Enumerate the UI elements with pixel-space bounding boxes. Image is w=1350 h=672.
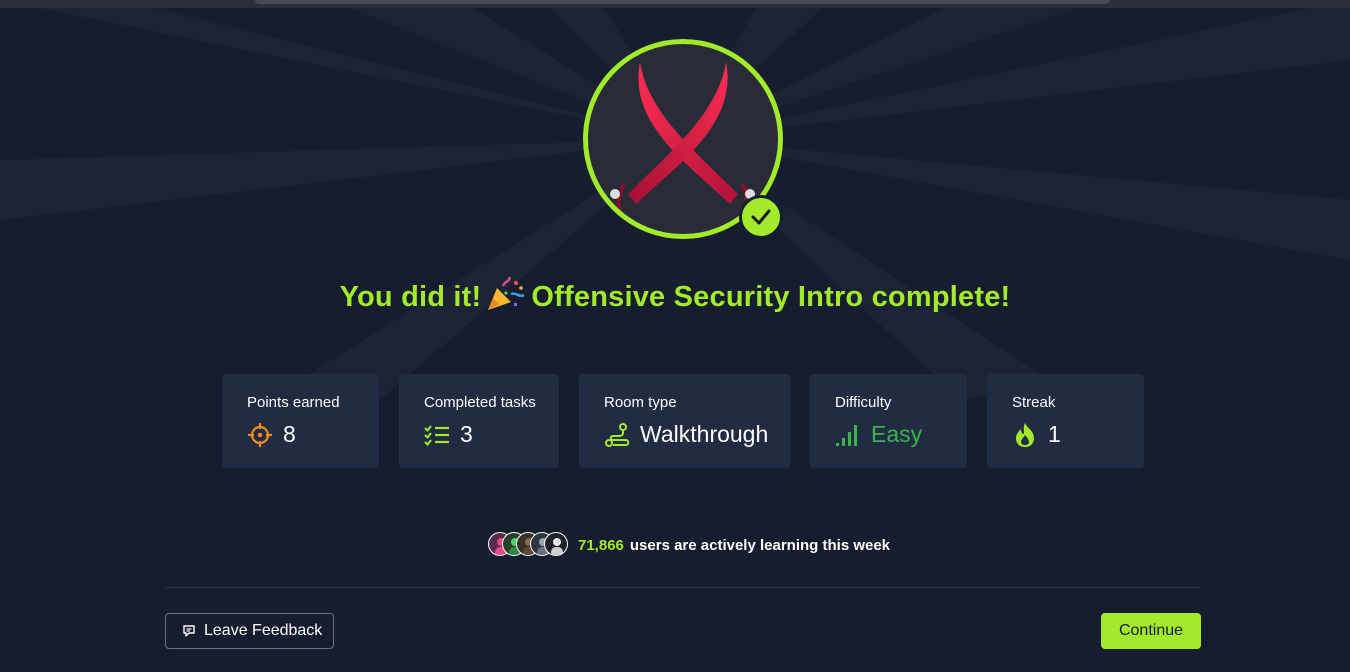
stat-value: Walkthrough xyxy=(640,421,769,447)
stat-label: Points earned xyxy=(247,394,340,411)
stat-points-earned: Points earned 8 xyxy=(222,374,379,468)
leave-feedback-label: Leave Feedback xyxy=(204,622,323,639)
completion-headline: You did it! Offensive Security Intro com… xyxy=(0,276,1350,314)
stat-value: Easy xyxy=(871,421,923,447)
learner-count: 71,866 xyxy=(578,536,624,554)
stat-room-type: Room type Walkthrough xyxy=(579,374,790,468)
stat-label: Room type xyxy=(604,394,677,411)
stat-value: 8 xyxy=(283,421,296,447)
route-icon xyxy=(604,422,630,448)
leave-feedback-button[interactable]: Leave Feedback xyxy=(165,613,334,649)
comment-icon xyxy=(183,625,195,637)
headline-suffix: Offensive Security Intro complete! xyxy=(531,281,1011,313)
footer-divider xyxy=(165,587,1201,588)
continue-button[interactable]: Continue xyxy=(1101,613,1201,649)
stat-label: Streak xyxy=(1012,394,1056,411)
signal-bars-icon xyxy=(835,422,861,448)
stat-value: 3 xyxy=(460,421,473,447)
stat-completed-tasks: Completed tasks 3 xyxy=(399,374,559,468)
avatar xyxy=(544,532,568,556)
browser-top-strip xyxy=(0,0,1350,8)
stat-label: Difficulty xyxy=(835,394,892,411)
stat-difficulty: Difficulty Easy xyxy=(810,374,967,468)
completion-screen: You did it! Offensive Security Intro com… xyxy=(0,0,1350,672)
checklist-icon xyxy=(424,422,450,448)
stat-value: 1 xyxy=(1048,421,1061,447)
party-popper-icon xyxy=(488,276,526,310)
crosshair-icon xyxy=(247,422,273,448)
stat-streak: Streak 1 xyxy=(987,374,1144,468)
stat-label: Completed tasks xyxy=(424,394,536,411)
headline-prefix: You did it! xyxy=(339,281,482,313)
flame-icon xyxy=(1012,422,1038,448)
avatar-group xyxy=(488,532,570,558)
checkmark-icon xyxy=(751,209,771,225)
learner-text: users are actively learning this week xyxy=(629,536,891,554)
completed-check-badge xyxy=(739,195,783,239)
address-bar-edge xyxy=(255,0,1110,4)
active-learners: 71,866 users are actively learning this … xyxy=(488,532,890,558)
